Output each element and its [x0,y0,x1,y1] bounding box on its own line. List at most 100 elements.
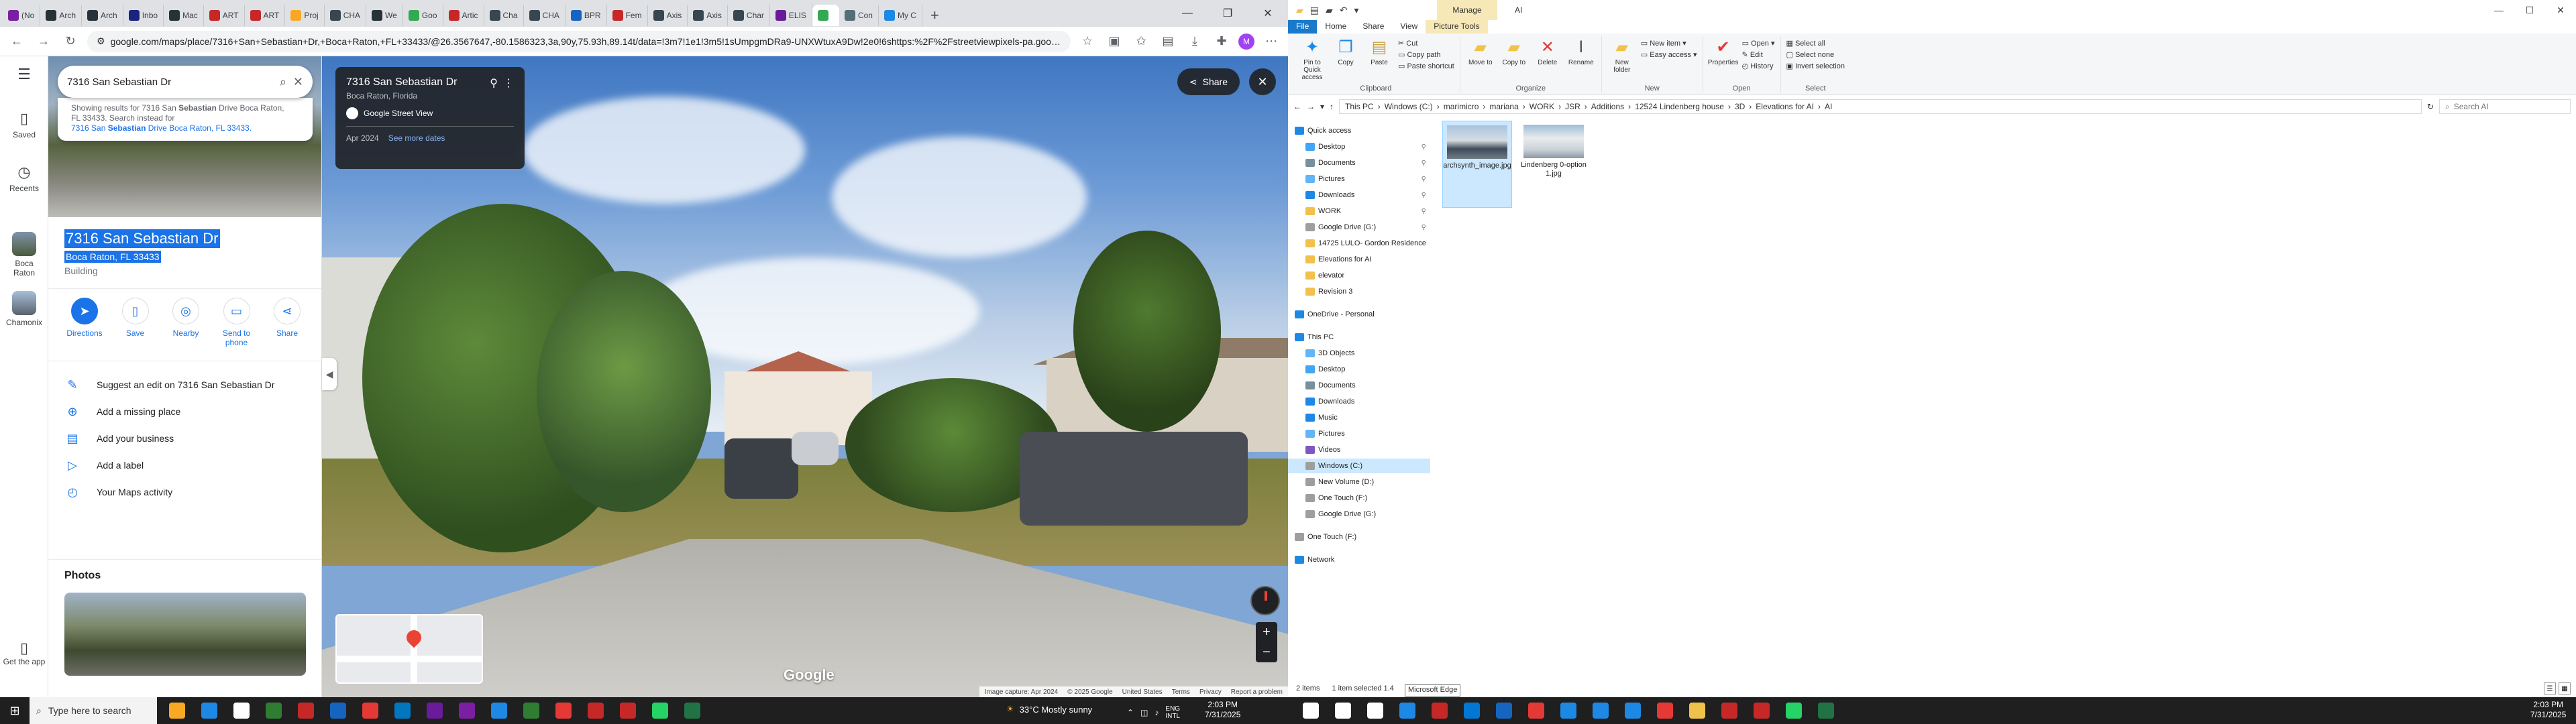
action-directions[interactable]: ➤ Directions [62,298,107,347]
chevron-up-icon[interactable]: ⌃ [1127,708,1134,717]
ribbon-tab-share[interactable]: Share [1354,20,1392,34]
volume-icon[interactable]: ♪ [1155,708,1159,717]
nav-item[interactable]: 14725 LULO- Gordon Residence [1288,236,1430,251]
new-item-button[interactable]: ▭ New item ▾ [1641,39,1697,48]
search-input[interactable]: 7316 San Sebastian Dr [67,76,273,88]
rename-button[interactable]: Ⅰ Rename [1566,36,1596,66]
nav-item[interactable]: Documents ⚲ [1288,156,1430,170]
nav-item[interactable]: Desktop [1288,362,1430,377]
browser-tab[interactable]: Cha [484,5,524,26]
undo-icon[interactable]: ↶ [1340,5,1348,16]
properties-icon[interactable]: ▤ [1310,5,1319,16]
place-link-item[interactable]: ▷ Add a label [64,452,313,479]
nav-item[interactable]: Videos [1288,442,1430,457]
search-box[interactable]: 7316 San Sebastian Dr ⌕ ✕ [58,66,313,98]
taskbar-app-icon[interactable] [517,697,546,724]
new-tab-button[interactable]: + [922,7,947,24]
split-screen-icon[interactable]: ▣ [1104,32,1124,52]
close-icon[interactable]: ✕ [293,75,303,89]
place-photo[interactable] [64,593,306,676]
taskbar-app-icon[interactable] [1328,697,1358,724]
open-button[interactable]: ▭ Open ▾ [1742,39,1775,48]
invert-selection-button[interactable]: ▣ Invert selection [1786,62,1845,70]
zoom-in-button[interactable]: + [1256,622,1277,642]
browser-tab[interactable]: Char [728,5,770,26]
nav-item[interactable]: Music [1288,410,1430,425]
nav-item[interactable]: Google Drive (G:) [1288,507,1430,522]
breadcrumb-item[interactable]: mariana [1489,102,1518,111]
mini-map[interactable] [335,614,483,684]
zoom-out-button[interactable]: − [1256,642,1277,662]
taskbar-app-icon[interactable] [1747,697,1776,724]
details-view-icon[interactable]: ☰ [2544,682,2556,695]
taskbar-app-icon[interactable] [581,697,610,724]
nav-item[interactable]: Google Drive (G:) ⚲ [1288,220,1430,235]
taskbar-app-icon[interactable] [195,697,224,724]
taskbar-app-icon[interactable] [1682,697,1712,724]
attribution-item[interactable]: Terms [1172,688,1190,696]
browser-tab[interactable]: We [366,5,403,26]
taskbar-app-icon[interactable] [1296,697,1326,724]
cut-button[interactable]: ✂ Cut [1398,39,1454,48]
paste-shortcut-button[interactable]: ▭ Paste shortcut [1398,62,1454,70]
properties-button[interactable]: ✔ Properties [1708,36,1739,66]
street-view[interactable]: 7316 San Sebastian Dr Boca Raton, Florid… [322,56,1288,697]
taskbar-app-icon[interactable] [323,697,353,724]
menu-icon[interactable]: ⋯ [1261,32,1281,52]
nav-item[interactable]: Desktop ⚲ [1288,139,1430,154]
copy-to-button[interactable]: ▰ Copy to [1499,36,1529,66]
breadcrumb-item[interactable]: WORK [1529,102,1554,111]
browser-tab[interactable]: ART [245,5,286,26]
edit-button[interactable]: ✎ Edit [1742,50,1775,59]
action-nearby[interactable]: ◎ Nearby [163,298,209,347]
action-save[interactable]: ▯ Save [113,298,158,347]
taskbar-app-icon[interactable] [452,697,482,724]
place-link-item[interactable]: ⊕ Add a missing place [64,398,313,425]
maximize-icon[interactable]: ☐ [2514,0,2545,20]
new-folder-button[interactable]: ▰ New folder [1607,36,1637,74]
nav-item[interactable]: Downloads [1288,394,1430,409]
taskbar-app-icon[interactable] [1811,697,1841,724]
downloads-icon[interactable]: ⤓ [1185,32,1205,52]
nav-item[interactable]: OneDrive - Personal [1288,307,1430,322]
browser-tab[interactable]: ELIS [770,5,812,26]
nav-item[interactable]: One Touch (F:) [1288,491,1430,505]
taskbar-app-icon[interactable] [1586,697,1615,724]
collapse-panel-button[interactable]: ◀ [322,358,337,390]
network-icon[interactable]: ◫ [1140,708,1148,717]
browser-tab[interactable]: Axis [688,5,728,26]
taskbar-app-icon[interactable] [1521,697,1551,724]
nav-item[interactable]: Elevations for AI [1288,252,1430,267]
extensions-icon[interactable]: ✚ [1212,32,1232,52]
close-street-view-button[interactable]: ✕ [1249,68,1276,95]
browser-tab[interactable]: Arch [82,5,123,26]
move-to-button[interactable]: ▰ Move to [1466,36,1495,66]
taskbar-app-icon[interactable] [227,697,256,724]
ribbon-tab-file[interactable]: File [1288,20,1318,34]
taskbar-app-icon[interactable] [549,697,578,724]
taskbar-app-icon[interactable] [1457,697,1487,724]
browser-tab[interactable]: Inbo [123,5,164,26]
taskbar-app-icon[interactable] [678,697,707,724]
browser-tab[interactable]: Arch [40,5,83,26]
clock[interactable]: 2:03 PM 7/31/2025 [1205,700,1240,720]
breadcrumb-separator-icon[interactable]: › [1818,102,1821,111]
browser-tab[interactable]: Proj [285,5,325,26]
taskbar-app-icon[interactable] [1715,697,1744,724]
address-bar[interactable]: ⚙ google.com/maps/place/7316+San+Sebasti… [87,30,1071,52]
favorites-icon[interactable]: ✩ [1131,32,1151,52]
dropdown-icon[interactable]: ▾ [1354,5,1359,16]
breadcrumb-separator-icon[interactable]: › [1728,102,1731,111]
taskbar-app-icon[interactable] [1554,697,1583,724]
browser-tab[interactable]: Mac [164,5,204,26]
menu-button[interactable]: ☰ [0,66,48,83]
breadcrumb-separator-icon[interactable]: › [1558,102,1561,111]
attribution-item[interactable]: Report a problem [1231,688,1283,696]
browser-tab[interactable] [812,5,839,26]
breadcrumb-separator-icon[interactable]: › [1585,102,1587,111]
taskbar-app-icon[interactable] [1618,697,1648,724]
nav-item[interactable]: Quick access [1288,123,1430,138]
browser-tab[interactable]: Fem [607,5,648,26]
search-icon[interactable]: ⌕ [280,75,286,89]
explorer-search-box[interactable]: ⌕ Search AI [2439,99,2571,114]
